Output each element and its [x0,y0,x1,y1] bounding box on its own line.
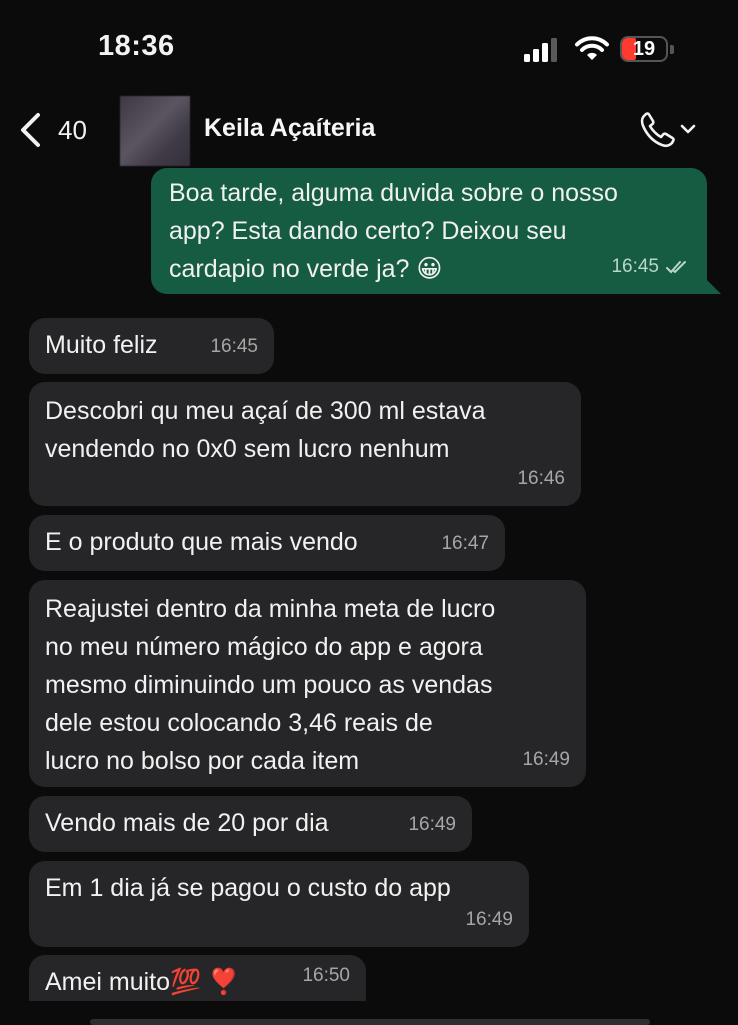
message-list[interactable]: Boa tarde, alguma duvida sobre o nosso a… [0,168,738,1001]
chevron-left-icon [21,113,40,147]
message-incoming[interactable]: Em 1 dia já se pagou o custo do app 16:4… [29,861,529,947]
message-outgoing[interactable]: Boa tarde, alguma duvida sobre o nosso a… [151,168,707,294]
message-text: Em 1 dia já se pagou o custo do app [45,874,451,902]
message-incoming[interactable]: E o produto que mais vendo 16:47 [29,515,505,571]
message-text: Reajustei dentro da minha meta de lucro … [45,595,496,775]
message-text: Boa tarde, alguma duvida sobre o nosso a… [169,179,618,283]
message-time: 16:45 [611,256,659,277]
status-time: 18:36 [98,30,175,62]
message-time: 16:50 [302,965,350,986]
message-text: Vendo mais de 20 por dia [45,809,329,837]
message-text: E o produto que mais vendo [45,528,358,556]
battery-icon: 19 [620,36,676,64]
message-time: 16:49 [465,909,513,930]
status-bar: 18:36 19 [0,0,738,96]
home-indicator [0,1001,738,1025]
message-time: 16:49 [522,749,570,770]
cellular-signal-icon [524,38,557,62]
avatar[interactable] [120,96,190,166]
chat-header: 40 Keila Açaíteria [0,96,738,168]
message-meta: 16:45 [611,248,691,286]
unread-count: 40 [58,114,87,145]
contact-name[interactable]: Keila Açaíteria [204,114,375,143]
message-text: Descobri qu meu açaí de 300 ml estava ve… [45,397,486,463]
chevron-down-icon [680,124,696,134]
message-time: 16:47 [441,533,489,554]
message-time: 16:46 [517,468,565,489]
wifi-icon [575,36,609,60]
back-button[interactable]: 40 [18,108,87,152]
phone-icon [640,112,675,148]
double-check-read-icon [666,261,686,274]
bubble-tail [707,280,721,294]
call-button[interactable] [636,110,700,150]
message-incoming[interactable]: Muito feliz 16:45 [29,318,274,374]
message-incoming[interactable]: Reajustei dentro da minha meta de lucro … [29,580,586,787]
message-incoming[interactable]: Descobri qu meu açaí de 300 ml estava ve… [29,382,581,506]
message-time: 16:45 [210,336,258,357]
message-time: 16:49 [408,814,456,835]
battery-level: 19 [632,38,656,60]
message-incoming[interactable]: Amei muito💯 ❣️ 16:50 [29,955,366,1001]
message-incoming[interactable]: Vendo mais de 20 por dia 16:49 [29,796,472,852]
